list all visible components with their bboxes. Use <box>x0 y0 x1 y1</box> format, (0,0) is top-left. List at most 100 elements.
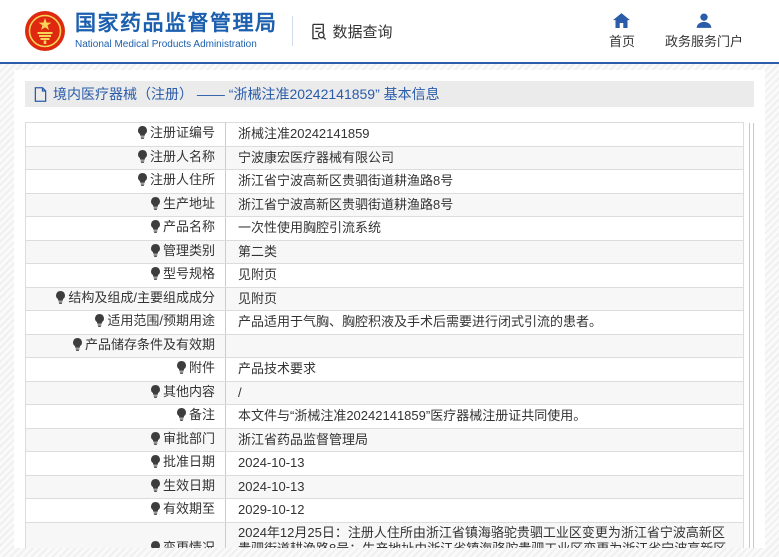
row-value: 第二类 <box>225 239 744 264</box>
row-label-text: 注册人名称 <box>149 148 215 164</box>
data-query-label: 数据查询 <box>332 23 393 41</box>
row-value-text: 2024-10-13 <box>238 455 305 470</box>
file-icon <box>34 86 47 102</box>
bulb-icon <box>150 478 161 497</box>
row-label-text: 产品储存条件及有效期 <box>84 336 215 352</box>
bulb-icon <box>176 361 187 379</box>
bulb-icon <box>137 149 148 168</box>
header-divider <box>291 16 293 46</box>
row-value-text: 浙江省宁波高新区贵驷街道耕渔路8号 <box>238 196 454 212</box>
bulb-icon <box>150 196 161 215</box>
row-label: 备注 <box>25 404 226 429</box>
bulb-icon <box>72 337 83 356</box>
row-value <box>225 333 744 358</box>
row-label-text: 管理类别 <box>162 242 215 258</box>
row-label-text: 备注 <box>188 407 215 422</box>
row-label-text: 产品名称 <box>162 219 215 234</box>
row-value: 产品适用于气胸、胸腔积液及手术后需要进行闭式引流的患者。 <box>225 310 744 335</box>
table-row: 生产地址 浙江省宁波高新区贵驷街道耕渔路8号 <box>25 192 744 217</box>
row-label-text: 适用范围/预期用途 <box>107 313 215 328</box>
row-value: 2024-10-13 <box>225 474 744 499</box>
bulb-icon <box>55 290 66 309</box>
nav-item-label: 政务服务门户 <box>664 33 743 49</box>
row-label: 注册人名称 <box>25 145 226 170</box>
row-label-text: 注册证编号 <box>149 125 215 140</box>
table-row: 批准日期 2024-10-13 <box>25 451 744 476</box>
row-value: 见附页 <box>225 263 744 288</box>
table-row: 结构及组成/主要组成成分 见附页 <box>25 286 744 311</box>
row-value: 浙江省药品监督管理局 <box>225 427 744 452</box>
row-value: / <box>225 380 744 405</box>
registration-table-wrap: 注册证编号 浙械注准20242141859 注册人名称 宁波康宏医疗器械有限公司… <box>25 122 754 548</box>
content-card: 境内医疗器械（注册） —— “浙械注准20242141859” 基本信息 注册证… <box>14 70 765 548</box>
table-row: 产品名称 一次性使用胸腔引流系统 <box>25 216 744 241</box>
national-emblem-icon <box>25 11 65 51</box>
site-title: 国家药品监督管理局 <box>75 12 278 36</box>
row-value: 浙江省宁波高新区贵驷街道耕渔路8号 <box>225 169 744 194</box>
data-query-link[interactable]: 数据查询 <box>309 21 393 42</box>
site-title-block: 国家药品监督管理局 National Medical Products Admi… <box>75 12 278 49</box>
row-label-text: 其他内容 <box>162 383 215 399</box>
row-value-text: 浙江省宁波高新区贵驷街道耕渔路8号 <box>238 173 454 188</box>
row-label: 注册人住所 <box>25 169 226 194</box>
row-value-text: 产品适用于气胸、胸腔积液及手术后需要进行闭式引流的患者。 <box>238 314 603 329</box>
row-value: 本文件与“浙械注准20242141859”医疗器械注册证共同使用。 <box>225 404 744 429</box>
row-label: 有效期至 <box>25 498 226 523</box>
table-row: 管理类别 第二类 <box>25 239 744 264</box>
header-nav: 首页 政务服务门户 <box>609 12 743 50</box>
row-value-text: 产品技术要求 <box>238 361 317 376</box>
row-label-text: 注册人住所 <box>149 172 215 187</box>
table-row: 生效日期 2024-10-13 <box>25 474 744 499</box>
bulb-icon <box>150 243 161 262</box>
row-label-text: 结构及组成/主要组成成分 <box>68 289 215 305</box>
row-label: 产品储存条件及有效期 <box>25 333 226 358</box>
table-row: 适用范围/预期用途 产品适用于气胸、胸腔积液及手术后需要进行闭式引流的患者。 <box>25 310 744 335</box>
row-label: 附件 <box>25 357 226 382</box>
row-value-text: 第二类 <box>238 243 278 259</box>
document-search-icon <box>311 23 326 40</box>
row-value-text: 本文件与“浙械注准20242141859”医疗器械注册证共同使用。 <box>238 408 587 423</box>
row-label: 生产地址 <box>25 192 226 217</box>
table-row: 其他内容 / <box>25 380 744 405</box>
user-icon <box>696 13 712 28</box>
row-value-text: 2024-10-13 <box>238 478 305 494</box>
table-row: 审批部门 浙江省药品监督管理局 <box>25 427 744 452</box>
nav-item-home[interactable]: 首页 <box>609 12 635 50</box>
row-label: 审批部门 <box>25 427 226 452</box>
row-label: 适用范围/预期用途 <box>25 310 226 335</box>
row-label-text: 变更情况 <box>162 540 215 548</box>
row-label: 产品名称 <box>25 216 226 241</box>
row-label-text: 生产地址 <box>162 195 215 211</box>
row-value-text: 宁波康宏医疗器械有限公司 <box>238 149 395 165</box>
row-value: 浙械注准20242141859 <box>225 122 744 147</box>
row-label: 管理类别 <box>25 239 226 264</box>
row-value: 一次性使用胸腔引流系统 <box>225 216 744 241</box>
row-value: 宁波康宏医疗器械有限公司 <box>225 145 744 170</box>
bulb-icon <box>150 220 161 238</box>
site-logo: 国家药品监督管理局 National Medical Products Admi… <box>25 11 278 51</box>
bulb-icon <box>150 455 161 473</box>
row-label: 生效日期 <box>25 474 226 499</box>
row-label-text: 生效日期 <box>162 477 215 493</box>
row-label: 变更情况 <box>25 521 226 548</box>
row-label: 结构及组成/主要组成成分 <box>25 286 226 311</box>
bulb-icon <box>150 541 161 548</box>
table-row: 注册人住所 浙江省宁波高新区贵驷街道耕渔路8号 <box>25 169 744 194</box>
bulb-icon <box>137 126 148 144</box>
breadcrumb-text: 境内医疗器械（注册） —— “浙械注准20242141859” 基本信息 <box>53 86 440 102</box>
row-value-text: 见附页 <box>238 267 278 282</box>
bulb-icon <box>150 267 161 285</box>
row-label-text: 型号规格 <box>162 266 215 281</box>
row-label: 批准日期 <box>25 451 226 476</box>
row-value: 2024-10-13 <box>225 451 744 476</box>
table-row: 产品储存条件及有效期 <box>25 333 744 358</box>
registration-info-table: 注册证编号 浙械注准20242141859 注册人名称 宁波康宏医疗器械有限公司… <box>25 122 744 548</box>
row-value-text: 2029-10-12 <box>238 502 305 517</box>
site-subtitle: National Medical Products Administration <box>75 38 257 50</box>
table-row: 附件 产品技术要求 <box>25 357 744 382</box>
table-row: 型号规格 见附页 <box>25 263 744 288</box>
row-label-text: 批准日期 <box>162 454 215 469</box>
table-row: 变更情况 2024年12月25日：注册人住所由浙江省镇海骆驼贵驷工业区变更为浙江… <box>25 521 744 548</box>
nav-item-portal[interactable]: 政务服务门户 <box>665 13 743 50</box>
row-value-text: 见附页 <box>238 290 278 306</box>
